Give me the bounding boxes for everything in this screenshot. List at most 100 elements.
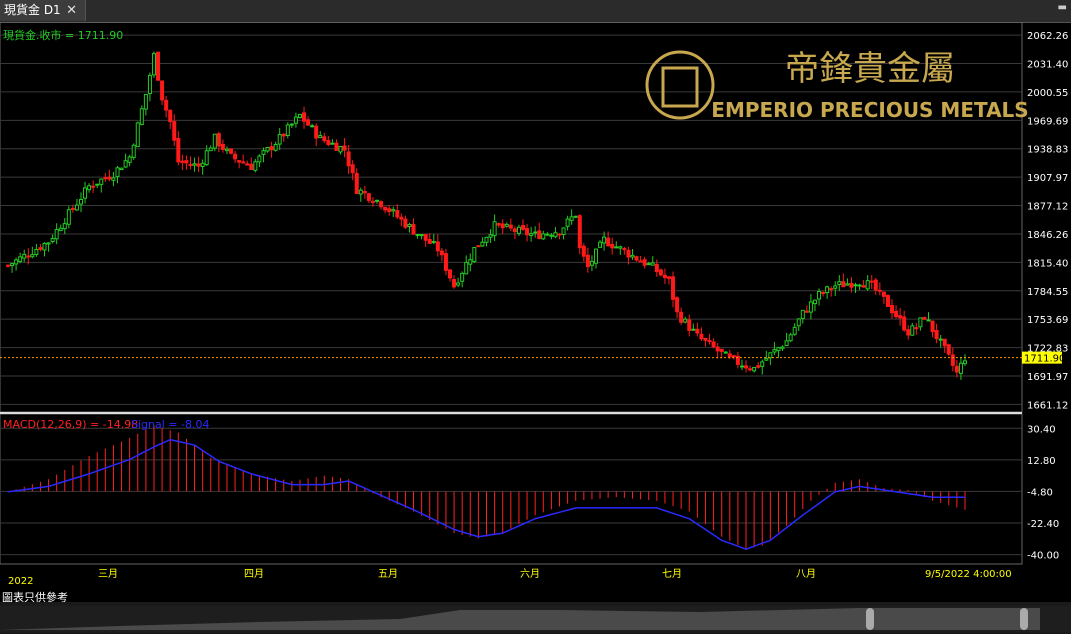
candle-body xyxy=(768,352,773,359)
candle-body xyxy=(565,218,570,227)
candle-body xyxy=(658,269,663,276)
candle-body xyxy=(403,218,408,228)
tab-chart[interactable]: 現貨金 D1 ✕ xyxy=(0,0,86,21)
candle-body xyxy=(954,365,959,373)
scroll-handle-right[interactable] xyxy=(1020,608,1028,630)
chart-area: 2062.26 2031.40 2000.55 1969.69 1938.83 1907.… xyxy=(0,22,1068,587)
candle-body xyxy=(516,226,521,234)
candle-body xyxy=(849,283,854,288)
candle-body xyxy=(375,199,380,202)
candle-body xyxy=(752,366,757,372)
candle-body xyxy=(241,161,246,164)
candle-body xyxy=(460,272,465,282)
price-tick-label: 1691.97 xyxy=(1027,372,1068,383)
candle-body xyxy=(760,361,765,367)
candle-body xyxy=(423,233,428,241)
candle-body xyxy=(164,99,169,111)
close-icon[interactable]: ✕ xyxy=(66,0,77,21)
candle-body xyxy=(281,133,286,137)
candle-body xyxy=(715,346,720,352)
candle-body xyxy=(293,116,298,124)
candle-body xyxy=(176,137,181,163)
candle-body xyxy=(934,329,939,340)
scrollbar[interactable] xyxy=(0,602,1071,634)
candle-body xyxy=(727,353,732,358)
candle-body xyxy=(723,351,728,354)
candle-body xyxy=(890,304,895,314)
candle-body xyxy=(894,310,899,318)
candle-body xyxy=(78,198,83,205)
candle-body xyxy=(881,291,886,297)
price-tick-label: 1907.97 xyxy=(1027,173,1068,184)
price-title: 現貨金.收市 = 1711.90 xyxy=(3,28,123,42)
price-tick-label: 1877.12 xyxy=(1027,202,1068,213)
candle-body xyxy=(675,297,680,313)
price-tick-label: 1661.12 xyxy=(1027,400,1068,411)
candle-body xyxy=(383,206,388,211)
logo-emblem xyxy=(661,66,699,108)
candle-body xyxy=(87,185,92,191)
candle-body xyxy=(602,236,607,244)
candle-body xyxy=(127,156,132,163)
candle-body xyxy=(58,227,63,232)
menu-icon[interactable]: ▬ xyxy=(1058,2,1067,13)
candle-body xyxy=(508,224,513,229)
candle-body xyxy=(788,334,793,342)
tab-title: 現貨金 D1 xyxy=(4,3,61,17)
macd-tick-label: 30.40 xyxy=(1027,424,1056,435)
candle-body xyxy=(910,325,915,336)
price-tick-label: 1969.69 xyxy=(1027,116,1068,127)
candle-body xyxy=(703,337,708,341)
macd-tick-label: 12.80 xyxy=(1027,456,1056,467)
candle-body xyxy=(302,112,307,122)
candle-body xyxy=(297,113,302,118)
scroll-handle-left[interactable] xyxy=(866,608,874,630)
candle-body xyxy=(841,281,846,288)
candle-body xyxy=(310,125,315,128)
candle-body xyxy=(537,230,542,240)
candle-body xyxy=(529,233,534,236)
candle-body xyxy=(683,318,688,323)
candle-body xyxy=(30,254,35,258)
candle-body xyxy=(938,338,943,341)
candle-body xyxy=(784,340,789,346)
candle-body xyxy=(610,243,615,249)
candle-body xyxy=(472,246,477,262)
candle-body xyxy=(541,233,546,240)
candle-body xyxy=(245,163,250,166)
price-tick-label: 1753.69 xyxy=(1027,315,1068,326)
candle-body xyxy=(581,245,586,257)
candle-body xyxy=(958,362,963,374)
candle-body xyxy=(111,177,116,181)
price-tick-label: 2062.26 xyxy=(1027,31,1068,42)
candle-body xyxy=(431,241,436,244)
candle-body xyxy=(776,347,781,352)
scroll-overview xyxy=(0,606,1071,632)
x-axis-label: 六月 xyxy=(520,568,540,580)
candle-body xyxy=(180,160,185,163)
candle-body xyxy=(549,234,554,237)
candle-body xyxy=(865,280,870,290)
candle-body xyxy=(237,160,242,163)
candle-body xyxy=(334,142,339,151)
candle-body xyxy=(139,108,144,125)
candle-body xyxy=(772,349,777,353)
candle-body xyxy=(261,150,266,155)
candle-body xyxy=(561,227,566,235)
candle-body xyxy=(123,160,128,168)
candle-body xyxy=(618,246,623,249)
candle-body xyxy=(419,234,424,237)
macd-panel xyxy=(7,425,966,550)
candle-body xyxy=(318,135,323,139)
candle-body xyxy=(391,209,396,212)
macd-tick-label: -40.00 xyxy=(1027,551,1059,562)
candle-body xyxy=(74,204,79,211)
candle-body xyxy=(143,93,148,110)
candle-body xyxy=(520,225,525,230)
candle-body xyxy=(877,289,882,292)
candle-body xyxy=(42,243,47,251)
x-axis-label: 2022 xyxy=(8,576,33,587)
macd-tick-label: -22.40 xyxy=(1027,519,1059,530)
candle-body xyxy=(46,242,51,245)
macd-tick-label: -4.80 xyxy=(1027,487,1053,498)
